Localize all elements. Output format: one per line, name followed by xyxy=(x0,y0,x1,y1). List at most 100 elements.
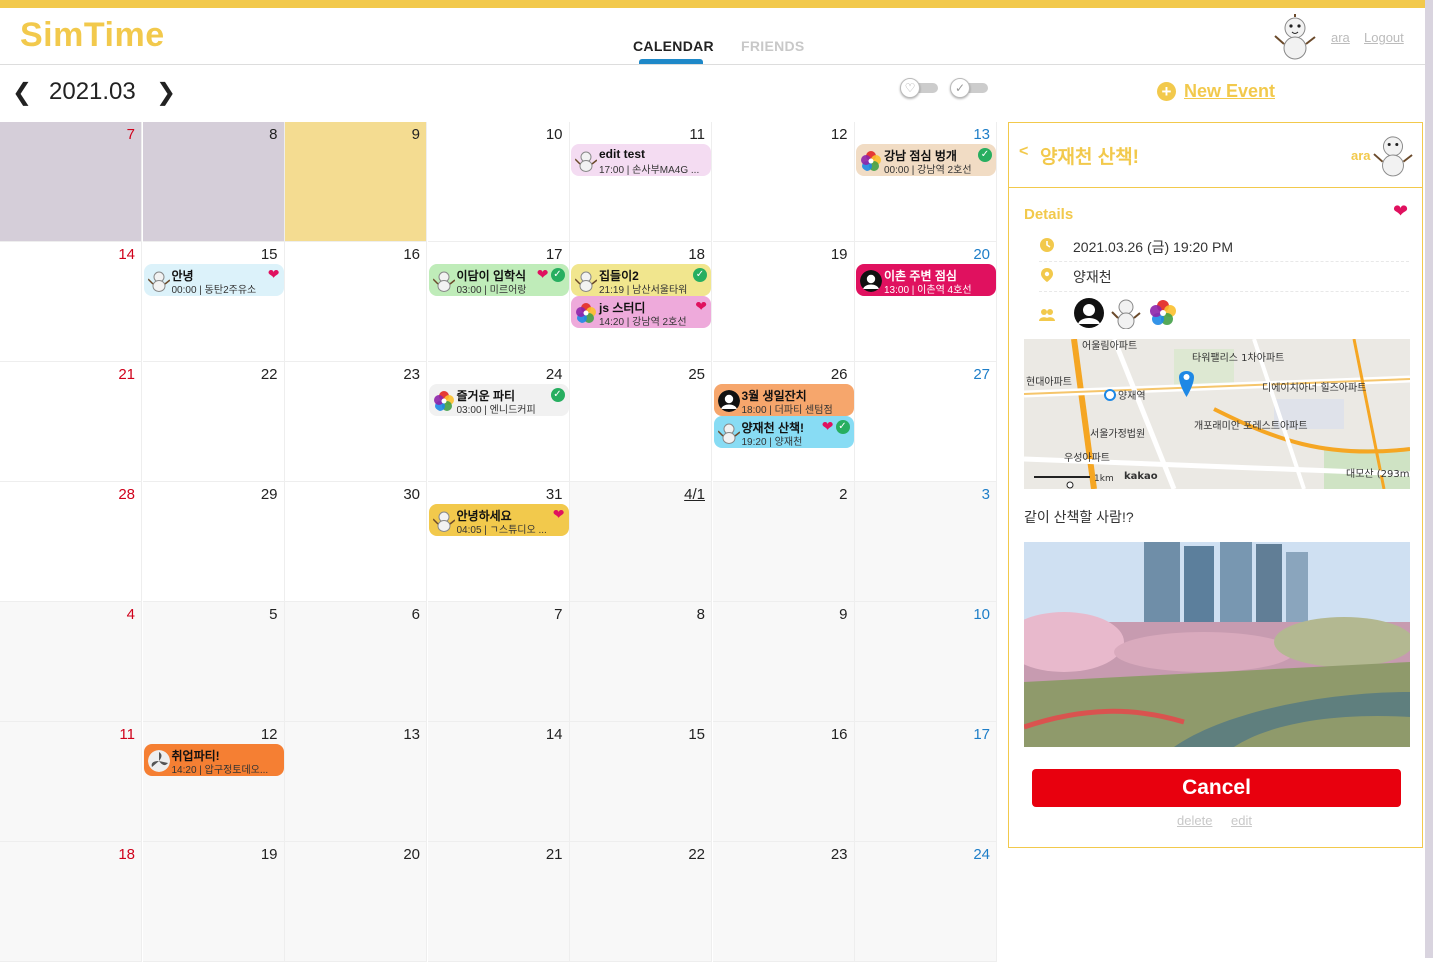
calendar-day-cell[interactable]: 21 xyxy=(0,362,142,482)
calendar-day-cell[interactable]: 10 xyxy=(855,602,997,722)
calendar-day-cell[interactable]: 16 xyxy=(285,242,427,362)
calendar-day-cell[interactable]: 23 xyxy=(712,842,855,962)
day-number: 28 xyxy=(118,486,135,503)
event-subtitle: 03:00 | 미르어랑 xyxy=(456,285,527,296)
logout-link[interactable]: Logout xyxy=(1364,30,1404,45)
calendar-day-cell[interactable]: 9 xyxy=(712,602,855,722)
calendar-day-cell[interactable]: 19 xyxy=(142,842,285,962)
tab-calendar[interactable]: CALENDAR xyxy=(633,38,714,54)
next-month-button[interactable]: ❯ xyxy=(156,78,176,107)
map-label: 개포래미안 포레스트아파트 xyxy=(1194,420,1308,432)
calendar-day-cell[interactable]: 27 xyxy=(855,362,997,482)
calendar-day-cell[interactable]: 20 xyxy=(285,842,427,962)
calendar-day-cell[interactable]: 12 xyxy=(712,122,855,242)
calendar-day-cell[interactable]: 7 xyxy=(0,122,142,242)
calendar-day-cell[interactable]: 13 xyxy=(285,722,427,842)
delete-link[interactable]: delete xyxy=(1177,813,1212,828)
participant-avatar-snowman[interactable] xyxy=(1111,297,1141,329)
participant-avatar-colorful[interactable] xyxy=(1149,299,1177,327)
calendar-day-cell[interactable]: 23 xyxy=(285,362,427,482)
calendar-day-cell[interactable]: 24 xyxy=(855,842,997,962)
event-chip[interactable]: 안녕 00:00 | 동탄2주유소 ❤ xyxy=(143,264,284,296)
day-number: 15 xyxy=(260,246,278,263)
calendar-day-cell[interactable]: 22 xyxy=(570,842,712,962)
new-event-button[interactable]: + New Event xyxy=(1157,80,1275,102)
calendar-day-cell[interactable]: 19 xyxy=(712,242,855,362)
calendar-day-cell[interactable]: 9 xyxy=(285,122,427,242)
calendar-day-cell[interactable]: 28 xyxy=(0,482,142,602)
calendar-day-cell[interactable]: 20 xyxy=(855,242,997,362)
calendar-day-cell[interactable]: 15 xyxy=(142,242,285,362)
day-number: 12 xyxy=(260,726,278,743)
detail-title: 양재천 산책! xyxy=(1040,147,1140,168)
calendar-day-cell[interactable]: 15 xyxy=(570,722,712,842)
participant-avatar-person[interactable] xyxy=(1073,297,1105,329)
event-chip[interactable]: 강남 점심 벙개 00:00 | 강남역 2호선 ✓ xyxy=(856,144,996,176)
header-username-link[interactable]: ara xyxy=(1331,30,1350,45)
calendar-day-cell[interactable]: 4/1 xyxy=(570,482,712,602)
map-label: 우성아파트 xyxy=(1064,452,1110,464)
event-chip[interactable]: edit test 17:00 | 손사부MA4G ... xyxy=(571,144,711,176)
calendar-day-cell[interactable]: 21 xyxy=(427,842,570,962)
calendar-day-cell[interactable]: 14 xyxy=(0,242,142,362)
event-chip[interactable]: 이촌 주변 점심 13:00 | 이촌역 4호선 xyxy=(856,264,996,296)
calendar-day-cell[interactable]: 4 xyxy=(0,602,142,722)
back-icon[interactable]: < xyxy=(1019,143,1028,161)
calendar-day-cell[interactable]: 25 xyxy=(570,362,712,482)
calendar-day-cell[interactable]: 11 xyxy=(570,122,712,242)
details-heading: Details xyxy=(1024,206,1074,223)
calendar-day-cell[interactable]: 5 xyxy=(142,602,285,722)
day-number: 8 xyxy=(269,126,278,143)
cancel-button[interactable]: Cancel xyxy=(1032,769,1401,807)
current-month: 2021.03 xyxy=(49,78,136,105)
calendar-day-cell[interactable]: 13 xyxy=(855,122,997,242)
snowman-icon xyxy=(432,510,455,532)
event-chip[interactable]: 취업파티! 14:20 | 압구정토데오... xyxy=(143,744,284,776)
event-chip[interactable]: 즐거운 파티 03:00 | 엔니드커피 ✓ xyxy=(428,384,569,416)
app-logo[interactable]: SimTime xyxy=(20,16,165,55)
calendar-day-cell[interactable]: 8 xyxy=(570,602,712,722)
event-description: 같이 산책할 사람!? xyxy=(1024,509,1134,525)
check-icon: ✓ xyxy=(978,148,992,162)
calendar-day-cell[interactable]: 11 xyxy=(0,722,142,842)
prev-month-button[interactable]: ❮ xyxy=(12,78,32,107)
person-icon xyxy=(860,270,882,292)
calendar-day-cell[interactable]: 17 xyxy=(427,242,570,362)
day-number: 18 xyxy=(688,246,705,263)
calendar-day-cell[interactable]: 2 xyxy=(712,482,855,602)
calendar-day-cell[interactable]: 7 xyxy=(427,602,570,722)
day-number: 10 xyxy=(973,606,990,623)
calendar-day-cell[interactable]: 6 xyxy=(285,602,427,722)
calendar-day-cell[interactable]: 12 xyxy=(142,722,285,842)
calendar-day-cell[interactable]: 31 xyxy=(427,482,570,602)
calendar-day-cell[interactable]: 16 xyxy=(712,722,855,842)
calendar-day-cell[interactable]: 14 xyxy=(427,722,570,842)
edit-link[interactable]: edit xyxy=(1231,813,1252,828)
calendar-day-cell[interactable]: 10 xyxy=(427,122,570,242)
event-chip[interactable]: 3월 생일잔치 18:00 | 더파티 센텀점 xyxy=(713,384,854,416)
location-map[interactable]: 어울림아파트 타워팰리스 1차아파트 현대아파트 양재역 디에이치아너 힐즈아파… xyxy=(1024,339,1410,489)
calendar-day-cell[interactable]: 18 xyxy=(0,842,142,962)
event-chip[interactable]: 집들이2 21:19 | 남산서울타워 ✓ xyxy=(571,264,711,296)
calendar-day-cell[interactable]: 30 xyxy=(285,482,427,602)
user-avatar[interactable] xyxy=(1274,14,1316,60)
event-chip[interactable]: 이담이 입학식 03:00 | 미르어랑 ✓ ❤ xyxy=(428,264,569,296)
calendar-day-cell[interactable]: 29 xyxy=(142,482,285,602)
heart-filter-toggle[interactable]: ♡ xyxy=(900,78,940,98)
check-filter-toggle[interactable]: ✓ xyxy=(950,78,990,98)
snowman-icon xyxy=(147,270,170,292)
event-chip[interactable]: 양재천 산책! 19:20 | 양재천 ✓ ❤ xyxy=(713,416,854,448)
event-chip[interactable]: 안녕하세요 04:05 | ㄱ스튜디오 ... ❤ xyxy=(428,504,569,536)
calendar-day-cell[interactable]: 17 xyxy=(855,722,997,842)
calendar-day-cell[interactable]: 22 xyxy=(142,362,285,482)
calendar-day-cell[interactable]: 8 xyxy=(142,122,285,242)
event-chip[interactable]: js 스터디 14:20 | 강남역 2호선 ❤ xyxy=(571,296,711,328)
detail-datetime-row: 2021.03.26 (금) 19:20 PM xyxy=(1039,235,1409,262)
calendar-day-cell[interactable]: 24 xyxy=(427,362,570,482)
day-number: 20 xyxy=(973,246,990,263)
favorite-heart-icon[interactable]: ❤ xyxy=(1393,201,1408,222)
tab-friends[interactable]: FRIENDS xyxy=(741,38,805,54)
day-number: 2 xyxy=(839,486,848,503)
day-number: 10 xyxy=(545,126,563,143)
calendar-day-cell[interactable]: 3 xyxy=(855,482,997,602)
